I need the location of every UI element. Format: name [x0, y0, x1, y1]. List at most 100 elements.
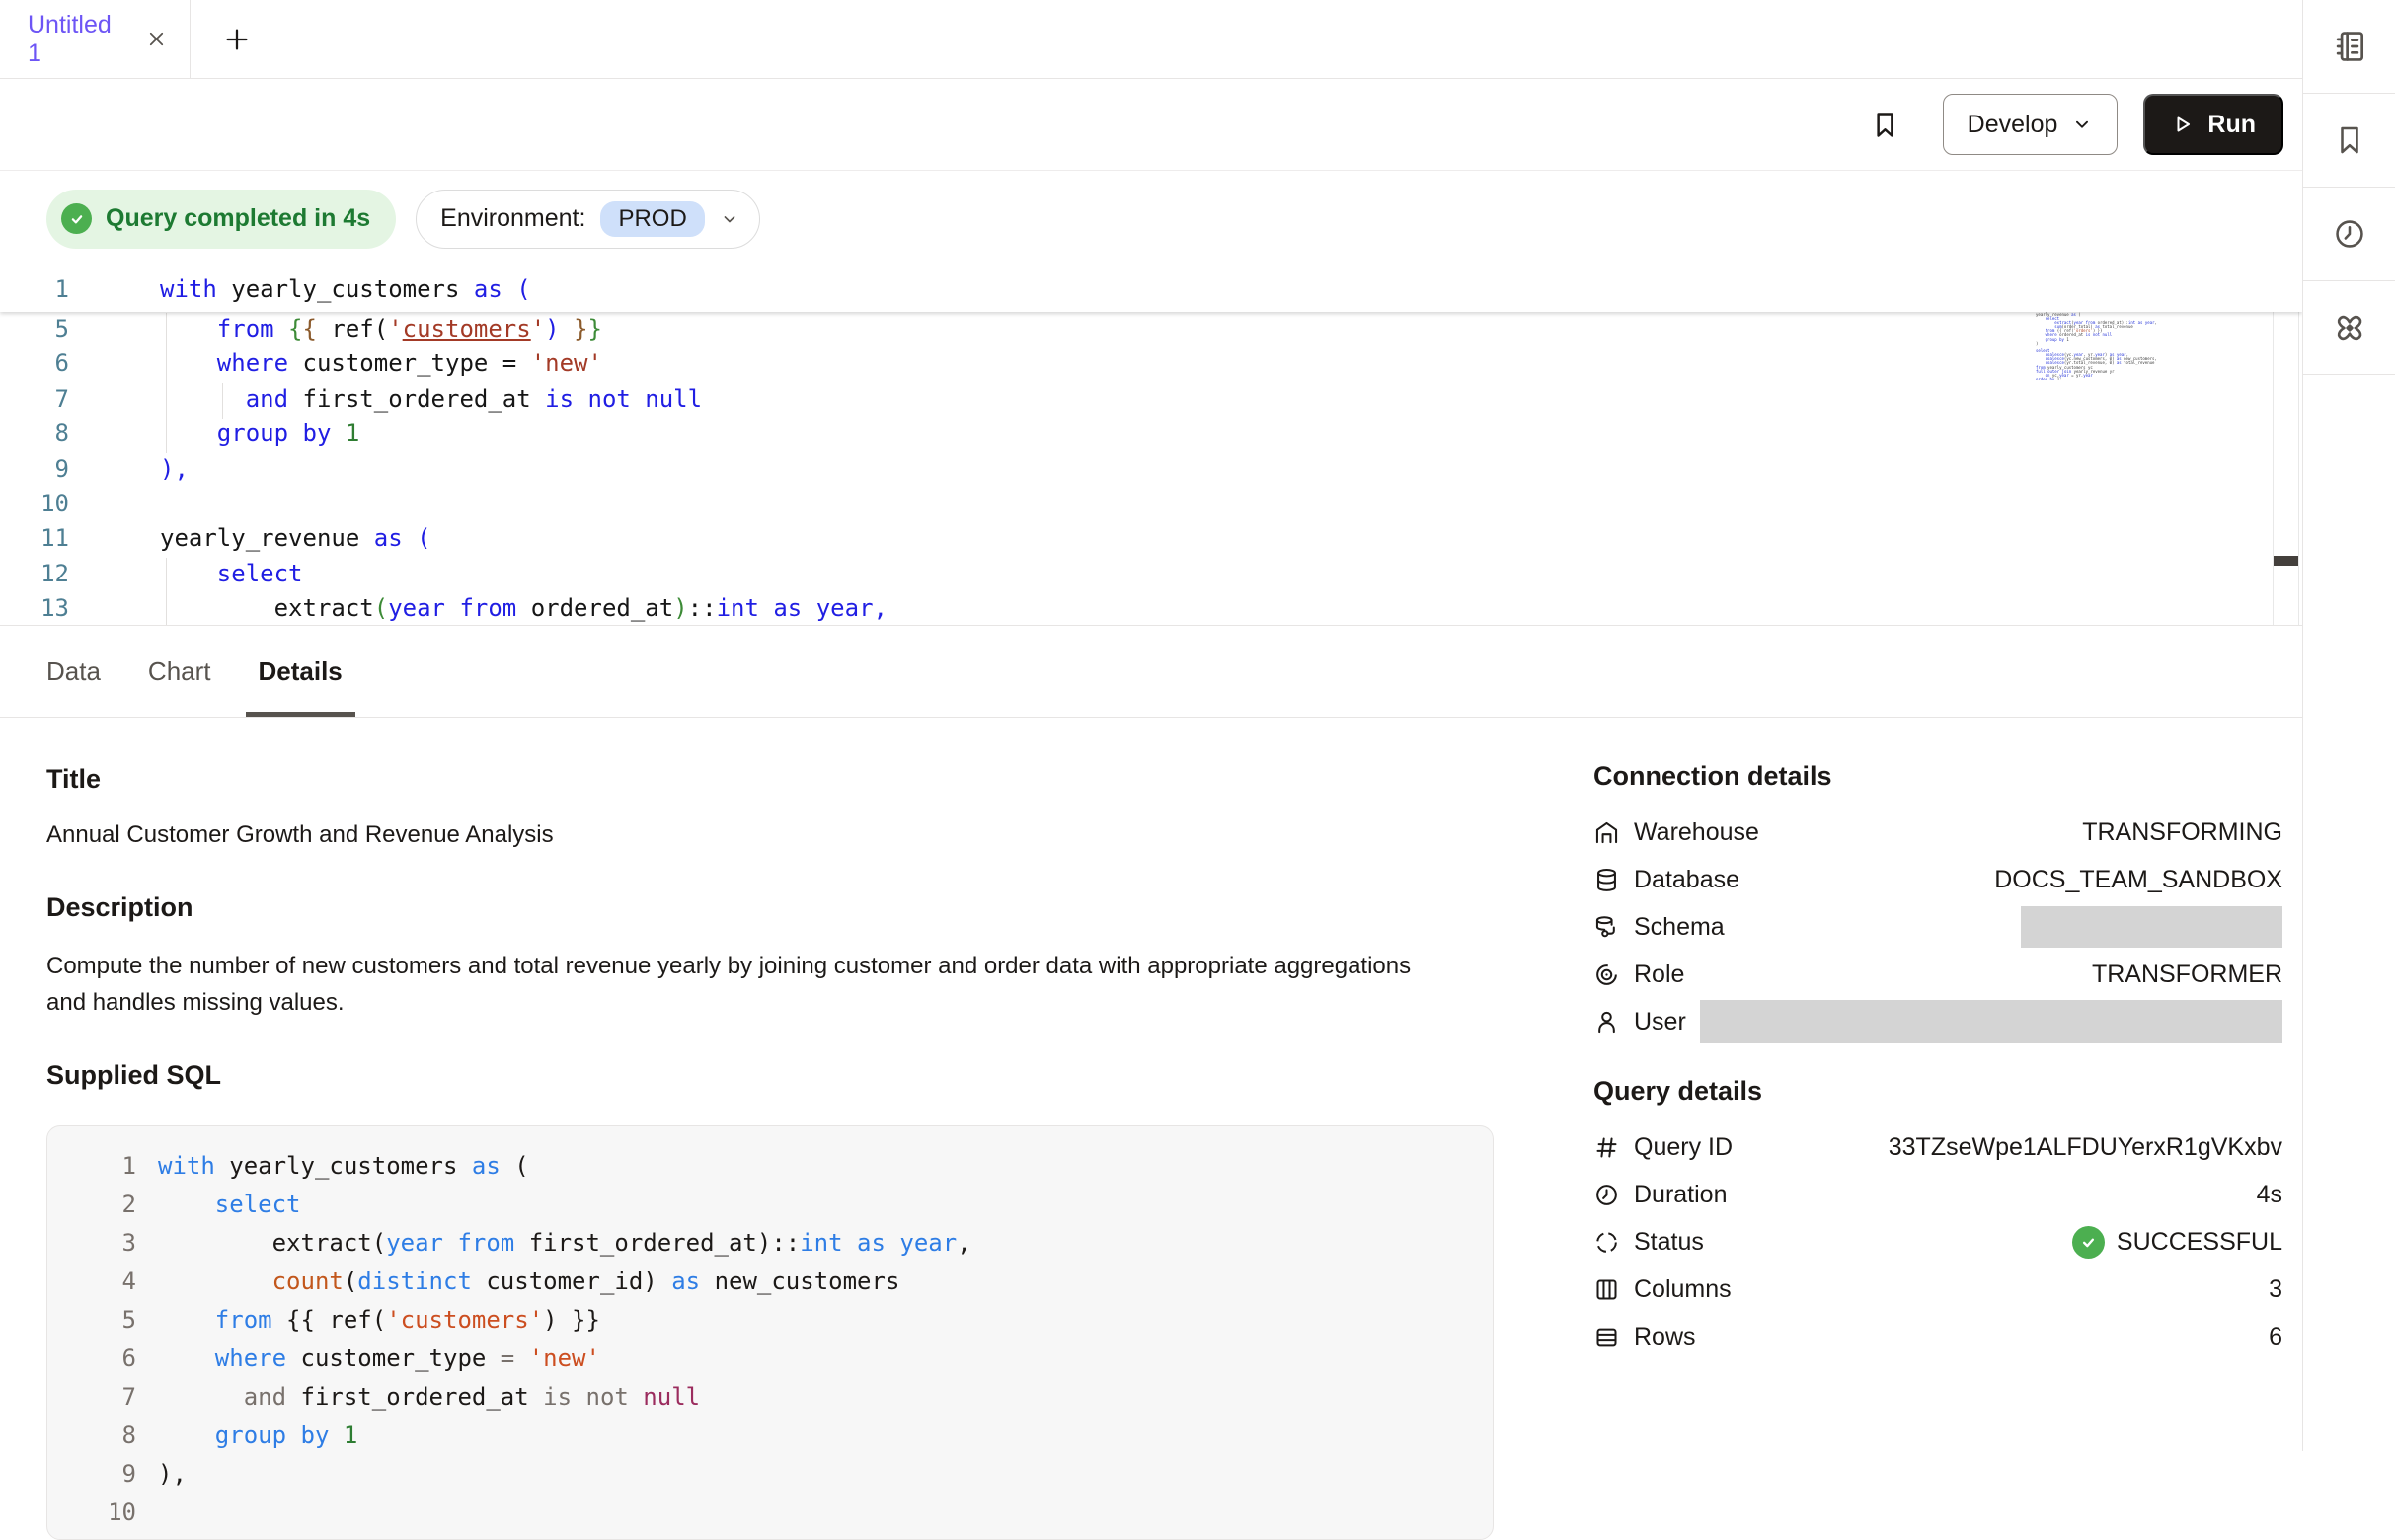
- detail-label: Role: [1634, 961, 1684, 989]
- supplied-sql-line-4: 4 count(distinct customer_id) as new_cus…: [77, 1263, 1493, 1301]
- detail-label: Schema: [1634, 913, 1725, 942]
- sidebar-item-notebook[interactable]: [2303, 0, 2395, 94]
- detail-row-query-id: Query ID 33TZseWpe1ALFDUYerxR1gVKxbv: [1593, 1123, 2282, 1171]
- detail-row-status: Status SUCCESSFUL: [1593, 1218, 2282, 1266]
- editor-line-13: 13 extract(year from ordered_at)::int as…: [0, 591, 2302, 626]
- check-circle-icon: [61, 203, 92, 234]
- editor-line-5: 5 from {{ ref('customers') }}: [0, 312, 2302, 346]
- query-details-heading: Query details: [1593, 1076, 2282, 1107]
- notebook-icon: [2331, 28, 2368, 65]
- tab-chart[interactable]: Chart: [148, 626, 211, 717]
- detail-label: Columns: [1634, 1275, 1732, 1304]
- status-icon: [1593, 1229, 1620, 1256]
- sidebar-item-history[interactable]: [2303, 188, 2395, 281]
- supplied-sql-line-9: 9),: [77, 1455, 1493, 1494]
- editor-scrollbar-track[interactable]: [2273, 267, 2299, 625]
- supplied-sql-line-3: 3 extract(year from first_ordered_at)::i…: [77, 1224, 1493, 1263]
- environment-selector[interactable]: Environment: PROD: [416, 190, 760, 249]
- editor-line-9: 9),: [0, 452, 2302, 487]
- develop-dropdown[interactable]: Develop: [1943, 94, 2119, 155]
- detail-value: TRANSFORMER: [2092, 961, 2282, 989]
- supplied-sql-line-8: 8 group by 1: [77, 1417, 1493, 1455]
- editor-line-11: 11yearly_revenue as (: [0, 521, 2302, 556]
- query-status-text: Query completed in 4s: [106, 204, 370, 233]
- sidebar-item-lineage[interactable]: [2303, 281, 2395, 375]
- supplied-sql-line-7: 7 and first_ordered_at is not null: [77, 1378, 1493, 1417]
- detail-value: TRANSFORMING: [2082, 818, 2282, 847]
- tab-untitled-1[interactable]: Untitled 1: [0, 0, 191, 78]
- new-tab-button[interactable]: [222, 0, 252, 78]
- detail-value: SUCCESSFUL: [2117, 1228, 2282, 1257]
- indent-guide: [222, 383, 223, 419]
- supplied-sql-block: 1with yearly_customers as (2 select3 ext…: [46, 1125, 1494, 1540]
- detail-value: 33TZseWpe1ALFDUYerxR1gVKxbv: [1889, 1133, 2282, 1162]
- connection-details-heading: Connection details: [1593, 761, 2282, 792]
- connection-details-rows: Warehouse TRANSFORMING Database DOCS_TEAM_S…: [1593, 808, 2282, 1045]
- tab-data[interactable]: Data: [46, 626, 101, 717]
- toolbar: Develop Run: [0, 79, 2302, 171]
- supplied-sql-line-5: 5 from {{ ref('customers') }}: [77, 1301, 1493, 1340]
- run-label: Run: [2207, 111, 2256, 139]
- plus-icon: [222, 25, 252, 54]
- detail-value: 3: [2269, 1275, 2282, 1304]
- redacted-value: [2021, 906, 2282, 948]
- editor-line-6: 6 where customer_type = 'new': [0, 346, 2302, 381]
- right-icon-sidebar: [2302, 0, 2395, 1451]
- editor-line-12: 12 select: [0, 557, 2302, 591]
- editor-line-7: 7 and first_ordered_at is not null: [0, 382, 2302, 417]
- history-icon: [2332, 216, 2367, 252]
- close-icon[interactable]: [145, 28, 168, 50]
- supplied-sql-line-2: 2 select: [77, 1186, 1493, 1224]
- user-icon: [1593, 1009, 1620, 1036]
- sql-code-editor[interactable]: 1with yearly_customers as ( 5 from {{ re…: [0, 267, 2302, 626]
- develop-label: Develop: [1968, 111, 2058, 139]
- run-button[interactable]: Run: [2143, 94, 2283, 155]
- detail-label: Status: [1634, 1228, 1704, 1257]
- active-tab-indicator: [246, 712, 355, 717]
- detail-value: DOCS_TEAM_SANDBOX: [1994, 866, 2282, 894]
- detail-row-user: User: [1593, 998, 2282, 1045]
- query-details-rows: Query ID 33TZseWpe1ALFDUYerxR1gVKxbv Durat…: [1593, 1123, 2282, 1360]
- detail-row-warehouse: Warehouse TRANSFORMING: [1593, 808, 2282, 856]
- detail-row-rows: Rows6: [1593, 1313, 2282, 1360]
- tab-details[interactable]: Details: [259, 626, 343, 717]
- editor-scrollbar-thumb[interactable]: [2274, 556, 2298, 566]
- bookmark-icon: [2332, 122, 2367, 158]
- tab-details-label: Details: [259, 656, 343, 687]
- query-status-pill: Query completed in 4s: [46, 190, 396, 249]
- check-circle-icon: [2072, 1226, 2105, 1259]
- detail-label: Database: [1634, 866, 1739, 894]
- supplied-sql-line-6: 6 where customer_type = 'new': [77, 1340, 1493, 1378]
- play-icon: [2171, 113, 2195, 136]
- supplied-sql-line-10: 10: [77, 1494, 1493, 1532]
- editor-sticky-line: 1with yearly_customers as (: [0, 267, 2302, 312]
- database-icon: [1593, 867, 1620, 893]
- results-tab-bar: Data Chart Details: [0, 626, 2302, 718]
- status-bar: Query completed in 4s Environment: PROD: [0, 171, 2302, 267]
- redacted-value: [1700, 1000, 2282, 1043]
- role-icon: [1593, 962, 1620, 988]
- tab-title: Untitled 1: [28, 11, 129, 68]
- detail-label: Warehouse: [1634, 818, 1759, 847]
- editor-line-8: 8 group by 1: [0, 417, 2302, 451]
- detail-row-role: Role TRANSFORMER: [1593, 951, 2282, 998]
- bookmark-icon[interactable]: [1869, 109, 1901, 141]
- chevron-down-icon: [720, 209, 739, 229]
- detail-row-duration: Duration 4s: [1593, 1171, 2282, 1218]
- detail-row-columns: Columns 3: [1593, 1266, 2282, 1313]
- details-panel: Title Annual Customer Growth and Revenue…: [0, 718, 2302, 1451]
- details-sidebar: Connection details Warehouse TRANSFORMING…: [1593, 761, 2282, 1360]
- environment-value-badge: PROD: [600, 201, 704, 237]
- detail-label: Duration: [1634, 1181, 1728, 1209]
- detail-value: 4s: [2257, 1181, 2282, 1209]
- main-area: Untitled 1 Develop Run: [0, 0, 2302, 1451]
- detail-label: Query ID: [1634, 1133, 1733, 1162]
- indent-guide: [166, 313, 167, 453]
- lineage-icon: [2330, 308, 2369, 347]
- tab-data-label: Data: [46, 656, 101, 687]
- detail-label: User: [1634, 1008, 1686, 1037]
- sidebar-item-bookmarks[interactable]: [2303, 94, 2395, 188]
- hash-icon: [1593, 1134, 1620, 1161]
- tab-chart-label: Chart: [148, 656, 211, 687]
- editor-line-1: 1with yearly_customers as (: [0, 267, 2302, 312]
